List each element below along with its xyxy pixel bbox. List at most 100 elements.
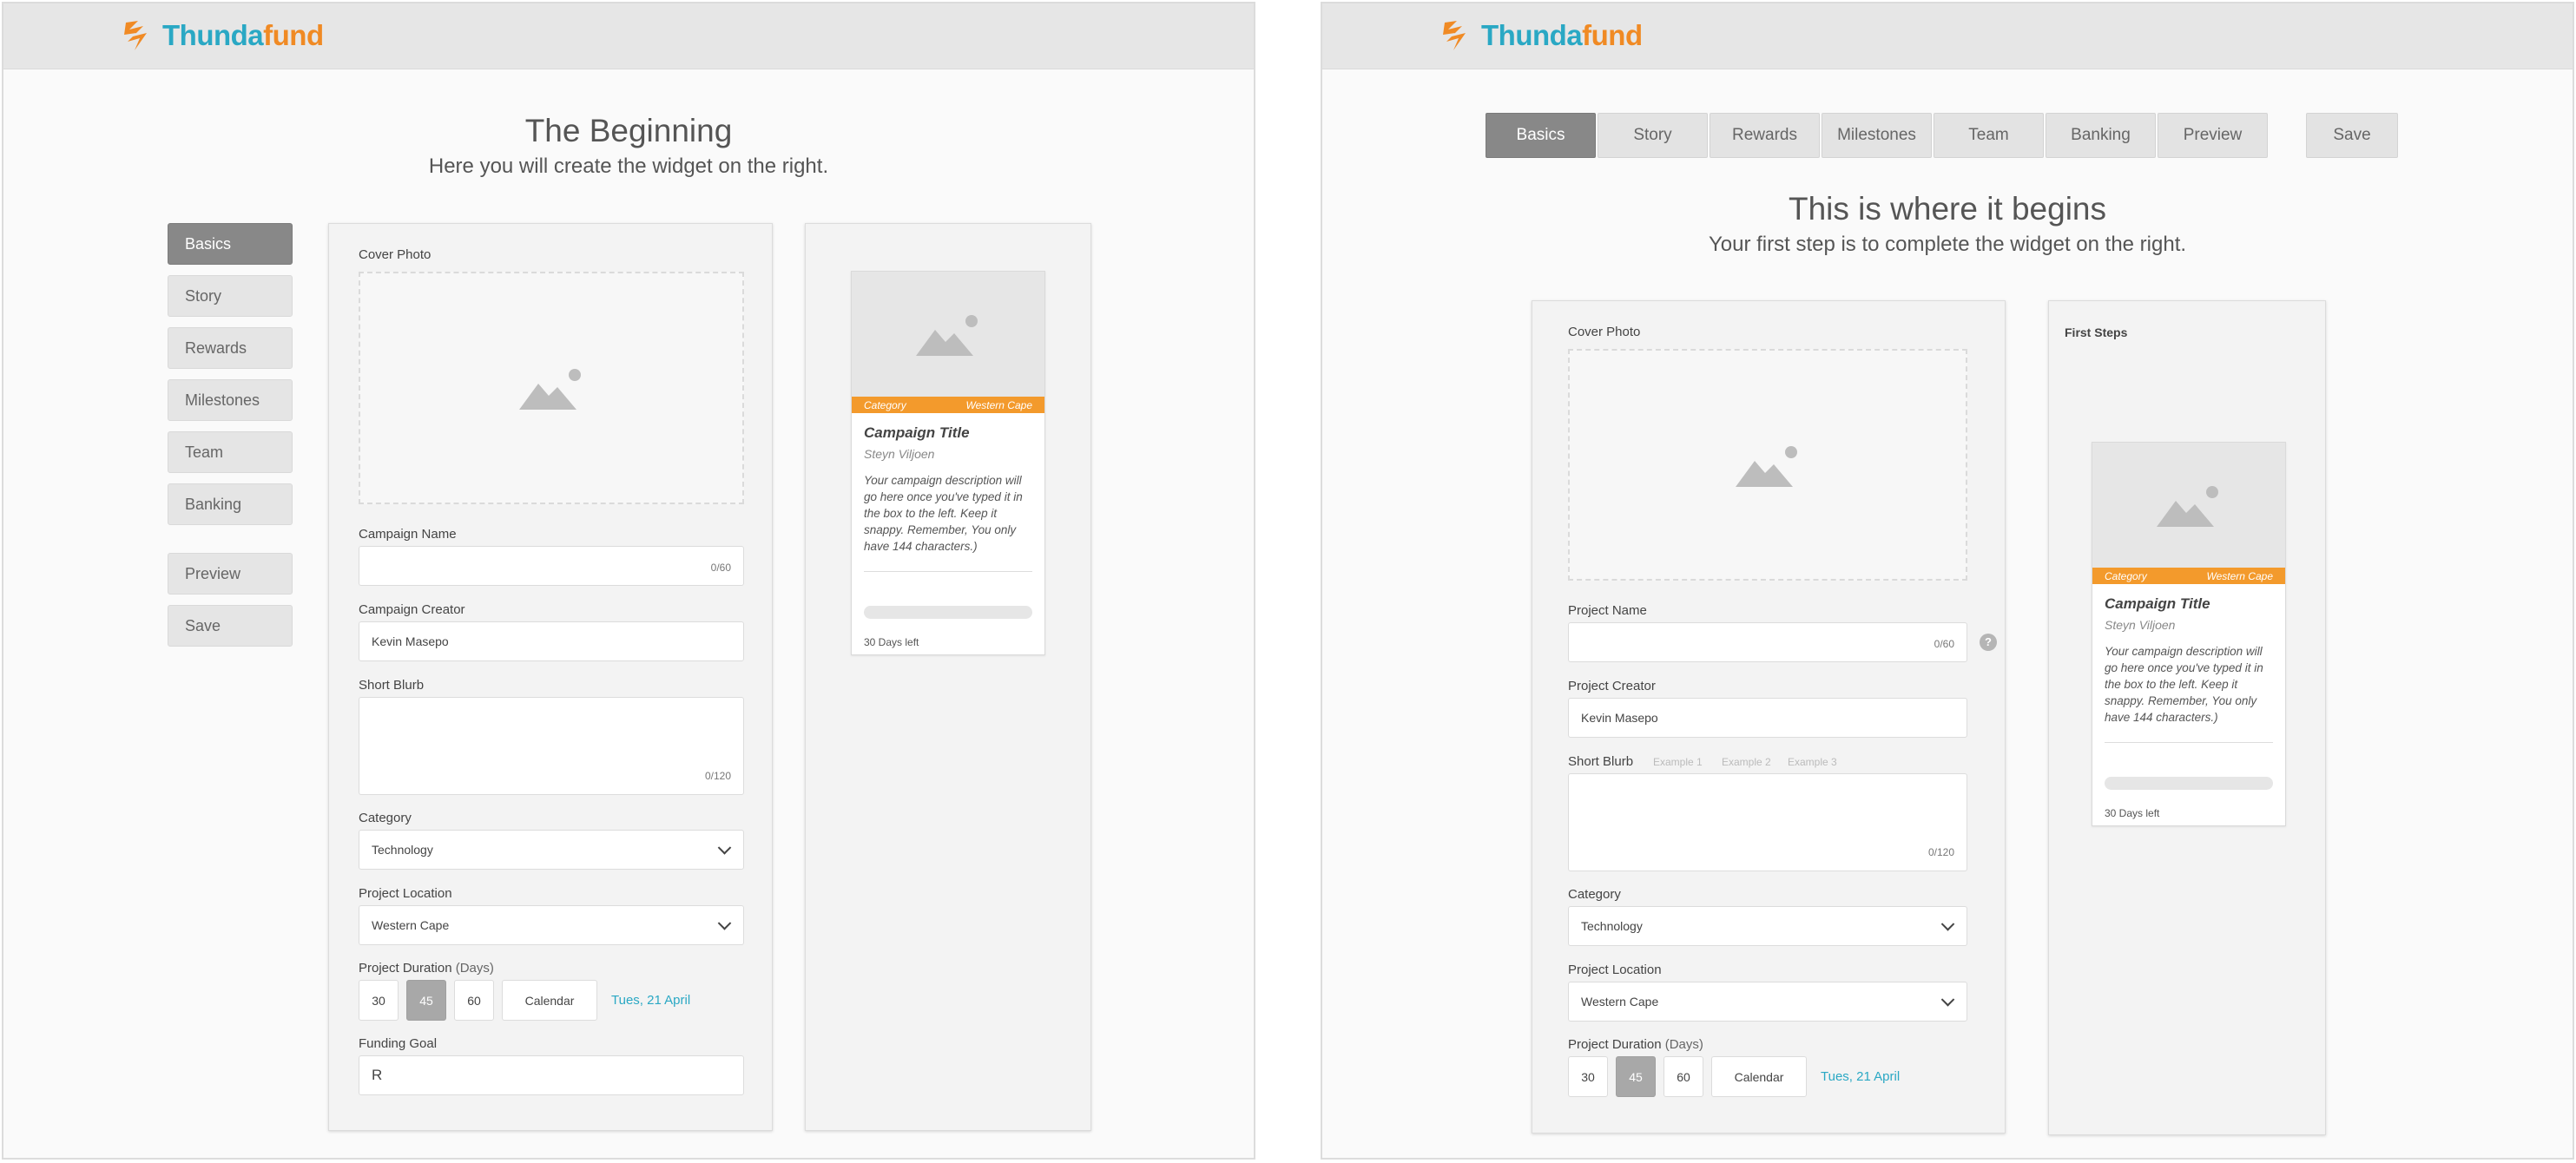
sidebar-item-milestones[interactable]: Milestones bbox=[168, 379, 293, 421]
card-description: Your campaign description will go here o… bbox=[864, 474, 1023, 553]
help-icon[interactable]: ? bbox=[1980, 634, 1997, 651]
top-bar: Thundafund bbox=[1322, 3, 2573, 69]
image-placeholder-icon bbox=[2157, 486, 2218, 527]
campaign-name-label: Campaign Name bbox=[359, 527, 457, 542]
sidebar-item-save[interactable]: Save bbox=[168, 605, 293, 647]
project-location-label: Project Location bbox=[359, 886, 452, 901]
duration-option-60[interactable]: 60 bbox=[454, 980, 494, 1021]
calendar-button[interactable]: Calendar bbox=[1711, 1056, 1807, 1097]
tab-preview[interactable]: Preview bbox=[2158, 113, 2268, 158]
top-bar: Thundafund bbox=[3, 3, 1254, 69]
category-value: Technology bbox=[1581, 919, 1643, 933]
card-category-strip: Category Western Cape bbox=[2092, 568, 2285, 584]
screen-variant-b: Thundafund Basics Story Rewards Mileston… bbox=[1321, 2, 2574, 1160]
card-location: Western Cape bbox=[965, 398, 1032, 411]
funding-goal-value: R bbox=[372, 1067, 383, 1083]
thundafund-logo-icon bbox=[124, 21, 147, 50]
card-image-placeholder bbox=[2092, 443, 2285, 568]
tab-story[interactable]: Story bbox=[1598, 113, 1708, 158]
project-duration-label: Project Duration (Days) bbox=[359, 961, 494, 976]
duration-option-45[interactable]: 45 bbox=[1616, 1056, 1656, 1097]
logo-text: Thundafund bbox=[162, 19, 324, 51]
funding-goal-input[interactable]: R bbox=[359, 1055, 744, 1095]
campaign-creator-value: Kevin Masepo bbox=[372, 634, 449, 648]
card-category: Category bbox=[864, 398, 906, 411]
page-subtitle: Your first step is to complete the widge… bbox=[1708, 233, 2187, 256]
project-location-label: Project Location bbox=[1568, 963, 1662, 977]
tab-team[interactable]: Team bbox=[1934, 113, 2044, 158]
short-blurb-counter: 0/120 bbox=[1927, 846, 1954, 858]
card-creator: Steyn Viljoen bbox=[2105, 618, 2176, 632]
sidebar-item-banking[interactable]: Banking bbox=[168, 483, 293, 525]
basics-form-panel: Cover Photo Campaign Name 0/60 Campaign … bbox=[328, 223, 773, 1131]
first-steps-panel: First Steps Category Western Cape Campai… bbox=[2048, 300, 2326, 1135]
chevron-down-icon bbox=[1940, 993, 1955, 1007]
project-name-input[interactable]: 0/60 bbox=[1568, 622, 1967, 662]
card-image-placeholder bbox=[852, 272, 1044, 397]
campaign-name-input[interactable]: 0/60 bbox=[359, 546, 744, 586]
campaign-name-counter: 0/60 bbox=[710, 562, 731, 574]
card-progress-bar bbox=[2105, 777, 2273, 790]
logo-text: Thundafund bbox=[1481, 19, 1643, 51]
example-3-link[interactable]: Example 3 bbox=[1788, 756, 1837, 768]
short-blurb-label: Short Blurb bbox=[359, 678, 425, 693]
cover-photo-dropzone[interactable] bbox=[359, 272, 744, 504]
basics-form-panel: Cover Photo Project Name 0/60 ? Project … bbox=[1532, 300, 2006, 1133]
campaign-creator-input[interactable]: Kevin Masepo bbox=[359, 621, 744, 661]
card-creator: Steyn Viljoen bbox=[864, 447, 935, 461]
example-1-link[interactable]: Example 1 bbox=[1653, 756, 1703, 768]
project-name-counter: 0/60 bbox=[1934, 638, 1954, 650]
card-days-left: 30 Days left bbox=[2105, 807, 2160, 819]
end-date-link[interactable]: Tues, 21 April bbox=[611, 993, 690, 1008]
card-category: Category bbox=[2105, 569, 2147, 582]
sidebar-item-rewards[interactable]: Rewards bbox=[168, 327, 293, 369]
chevron-down-icon bbox=[717, 841, 732, 855]
card-title: Campaign Title bbox=[864, 424, 970, 441]
card-divider bbox=[2105, 742, 2273, 743]
widget-preview-panel: Category Western Cape Campaign Title Ste… bbox=[805, 223, 1091, 1131]
project-creator-value: Kevin Masepo bbox=[1581, 711, 1658, 725]
duration-option-30[interactable]: 30 bbox=[1568, 1056, 1608, 1097]
page-title: The Beginning bbox=[524, 113, 733, 148]
end-date-link[interactable]: Tues, 21 April bbox=[1821, 1069, 1900, 1084]
short-blurb-counter: 0/120 bbox=[704, 770, 731, 782]
cover-photo-label: Cover Photo bbox=[359, 247, 432, 262]
tab-rewards[interactable]: Rewards bbox=[1710, 113, 1820, 158]
project-location-select[interactable]: Western Cape bbox=[359, 905, 744, 945]
category-select[interactable]: Technology bbox=[359, 830, 744, 870]
chevron-down-icon bbox=[1940, 917, 1955, 931]
short-blurb-textarea[interactable]: 0/120 bbox=[1568, 773, 1967, 871]
cover-photo-dropzone[interactable] bbox=[1568, 349, 1967, 581]
card-divider bbox=[864, 571, 1032, 572]
save-button[interactable]: Save bbox=[2306, 113, 2398, 158]
sidebar-item-basics[interactable]: Basics bbox=[168, 223, 293, 265]
project-creator-input[interactable]: Kevin Masepo bbox=[1568, 698, 1967, 738]
calendar-button[interactable]: Calendar bbox=[502, 980, 597, 1021]
screen-variant-a: Thundafund The Beginning Here you will c… bbox=[2, 2, 1255, 1160]
campaign-card[interactable]: Category Western Cape Campaign Title Ste… bbox=[2092, 442, 2286, 826]
card-description: Your campaign description will go here o… bbox=[2105, 645, 2263, 724]
card-days-left: 30 Days left bbox=[864, 636, 919, 648]
thundafund-logo[interactable]: Thundafund bbox=[121, 16, 324, 56]
funding-goal-label: Funding Goal bbox=[359, 1036, 438, 1051]
duration-option-45[interactable]: 45 bbox=[406, 980, 446, 1021]
campaign-card[interactable]: Category Western Cape Campaign Title Ste… bbox=[851, 271, 1045, 655]
duration-option-30[interactable]: 30 bbox=[359, 980, 399, 1021]
sidebar-item-team[interactable]: Team bbox=[168, 431, 293, 473]
category-select[interactable]: Technology bbox=[1568, 906, 1967, 946]
tab-milestones[interactable]: Milestones bbox=[1822, 113, 1932, 158]
sidebar-item-preview[interactable]: Preview bbox=[168, 553, 293, 595]
page-title: This is where it begins bbox=[1788, 191, 2107, 227]
page-heading: This is where it begins Your first step … bbox=[1322, 191, 2573, 257]
tab-banking[interactable]: Banking bbox=[2046, 113, 2156, 158]
thundafund-logo[interactable]: Thundafund bbox=[1440, 16, 1643, 56]
example-2-link[interactable]: Example 2 bbox=[1722, 756, 1771, 768]
thundafund-logo-icon bbox=[1443, 21, 1466, 50]
duration-option-60[interactable]: 60 bbox=[1664, 1056, 1703, 1097]
short-blurb-textarea[interactable]: 0/120 bbox=[359, 697, 744, 795]
category-value: Technology bbox=[372, 843, 433, 857]
tab-basics[interactable]: Basics bbox=[1486, 113, 1596, 158]
sidebar-item-story[interactable]: Story bbox=[168, 275, 293, 317]
project-location-select[interactable]: Western Cape bbox=[1568, 982, 1967, 1022]
category-label: Category bbox=[1568, 887, 1621, 902]
